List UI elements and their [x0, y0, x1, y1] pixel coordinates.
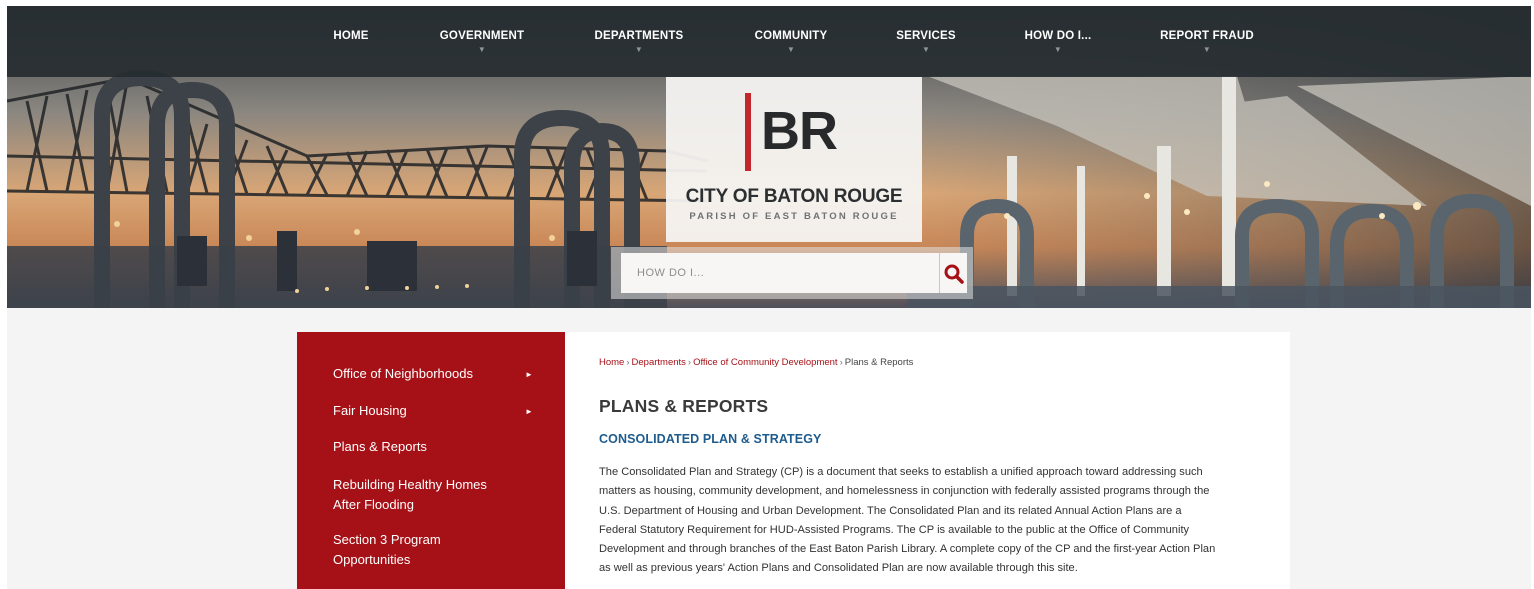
- logo-accent-bar: [745, 93, 751, 171]
- nav-label: HOW DO I...: [1024, 30, 1092, 42]
- sidebar-item-office-of-neighborhoods[interactable]: Office of Neighborhoods: [333, 364, 473, 384]
- nav-report-fraud[interactable]: REPORT FRAUD ▼: [1160, 30, 1254, 54]
- caret-down-icon: ▼: [1053, 45, 1063, 54]
- sidebar-item-label-line: After Flooding: [333, 497, 414, 512]
- nav-community[interactable]: COMMUNITY ▼: [755, 30, 828, 54]
- nav-government[interactable]: GOVERNMENT ▼: [440, 30, 524, 54]
- nav-label: GOVERNMENT: [439, 30, 525, 42]
- nav-departments[interactable]: DEPARTMENTS ▼: [595, 30, 684, 54]
- sidebar-item-label-line: Opportunities: [333, 552, 411, 567]
- breadcrumb-departments[interactable]: Departments: [632, 357, 686, 368]
- breadcrumb-current: Plans & Reports: [844, 357, 914, 368]
- page-background-top: [297, 308, 1290, 332]
- logo-mark: BR: [761, 101, 838, 161]
- search-bar: [611, 247, 973, 299]
- body-line: The Consolidated Plan and Strategy (CP) …: [599, 466, 1203, 478]
- nav-label: COMMUNITY: [754, 30, 828, 42]
- body-line: matters as housing, community developmen…: [599, 485, 1210, 498]
- submenu-arrow-icon[interactable]: ►: [525, 370, 533, 379]
- search-input[interactable]: [621, 253, 939, 293]
- sidebar-menu: Office of Neighborhoods ► Fair Housing ►…: [297, 332, 565, 589]
- caret-down-icon: ▼: [477, 45, 487, 54]
- logo-parish-name: PARISH OF EAST BATON ROUGE: [689, 211, 899, 222]
- search-button[interactable]: [939, 253, 967, 293]
- sidebar-item-fair-housing[interactable]: Fair Housing: [333, 401, 407, 421]
- nav-label: SERVICES: [896, 30, 956, 42]
- breadcrumb-separator: ›: [626, 357, 630, 368]
- page-frame-left: [0, 0, 7, 589]
- caret-down-icon: ▼: [1202, 45, 1212, 54]
- sidebar-item-section-3-program[interactable]: Section 3 Program Opportunities: [333, 530, 441, 570]
- logo-city-name: CITY OF BATON ROUGE: [685, 186, 903, 207]
- top-navigation: HOME GOVERNMENT ▼ DEPARTMENTS ▼ COMMUNIT…: [7, 6, 1531, 77]
- section-body: The Consolidated Plan and Strategy (CP) …: [599, 463, 1271, 579]
- breadcrumb-home[interactable]: Home: [599, 357, 624, 368]
- body-line: Federal Statutory Requirement for HUD-As…: [599, 523, 1190, 536]
- search-icon: [944, 264, 964, 284]
- sidebar-item-label-line: Section 3 Program: [333, 532, 441, 547]
- breadcrumb: Home › Departments › Office of Community Dev…: [599, 357, 913, 368]
- sidebar-item-rebuilding-healthy-homes[interactable]: Rebuilding Healthy Homes After Flooding: [333, 475, 487, 515]
- nav-services[interactable]: SERVICES ▼: [896, 30, 956, 54]
- body-line: Development and through branches of the …: [599, 543, 1216, 556]
- submenu-arrow-icon[interactable]: ►: [525, 407, 533, 416]
- page-title: PLANS & REPORTS: [599, 396, 769, 416]
- nav-label: HOME: [333, 30, 369, 42]
- main-content: Home › Departments › Office of Community Dev…: [565, 332, 1290, 589]
- breadcrumb-separator: ›: [687, 357, 692, 368]
- city-logo[interactable]: BR CITY OF BATON ROUGE PARISH OF EAST BA…: [666, 77, 922, 242]
- body-line: as well as previous years' Action Plans …: [599, 562, 1078, 575]
- page-background-right: [1290, 308, 1531, 589]
- hero-banner: HOME GOVERNMENT ▼ DEPARTMENTS ▼ COMMUNIT…: [7, 6, 1531, 308]
- breadcrumb-office-of-community-development[interactable]: Office of Community Development: [693, 357, 838, 368]
- breadcrumb-separator: ›: [839, 357, 843, 368]
- sidebar-item-plans-reports[interactable]: Plans & Reports: [333, 437, 427, 457]
- page-background-left: [7, 308, 297, 589]
- nav-label: DEPARTMENTS: [594, 30, 684, 42]
- section-title: CONSOLIDATED PLAN & STRATEGY: [599, 432, 822, 446]
- nav-how-do-i[interactable]: HOW DO I... ▼: [1025, 30, 1092, 54]
- caret-down-icon: ▼: [634, 45, 644, 54]
- caret-down-icon: ▼: [921, 45, 931, 54]
- sidebar-item-label-line: Rebuilding Healthy Homes: [333, 477, 487, 492]
- nav-label: REPORT FRAUD: [1160, 30, 1254, 42]
- caret-down-icon: ▼: [786, 45, 796, 54]
- nav-home[interactable]: HOME: [333, 30, 368, 42]
- body-line: U.S. Department of Housing and Urban Dev…: [599, 504, 1182, 517]
